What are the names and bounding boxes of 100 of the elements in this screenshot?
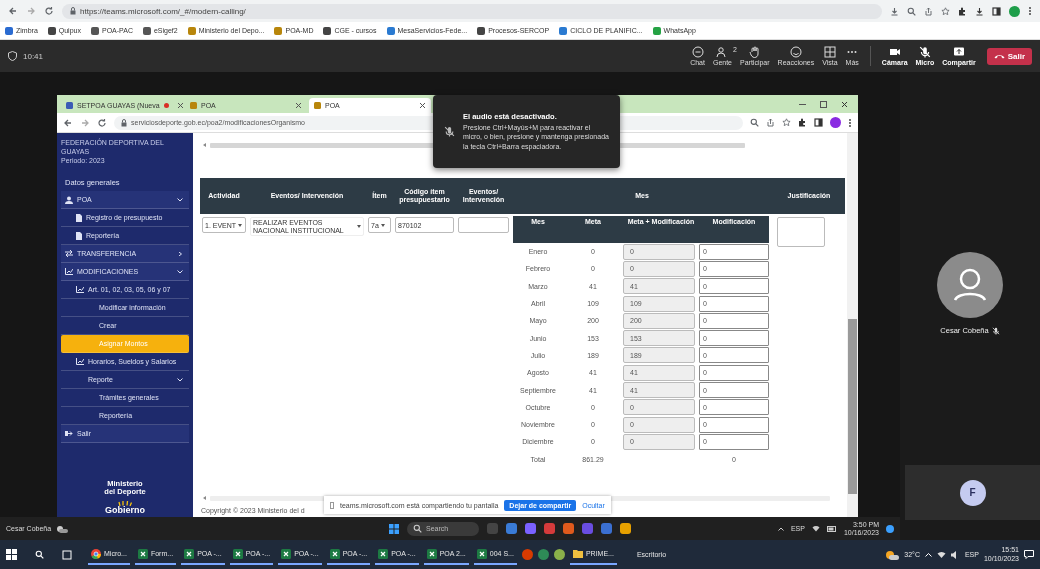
download-icon[interactable] <box>890 6 899 16</box>
wifi-icon <box>936 551 946 558</box>
star-icon[interactable] <box>941 6 950 16</box>
profile-avatar-icon[interactable] <box>1009 5 1020 17</box>
weather-icon <box>885 549 900 560</box>
caret-icon <box>357 225 361 229</box>
scroll-arrow-icon[interactable] <box>203 143 207 147</box>
app-icon[interactable] <box>620 523 631 534</box>
close-icon[interactable] <box>176 102 184 109</box>
initial-avatar: F <box>959 479 986 506</box>
chrome-icon <box>91 548 101 559</box>
side-panel-icon[interactable] <box>814 118 823 127</box>
share-tray-icon <box>952 46 965 58</box>
search-icon[interactable] <box>35 550 44 559</box>
app-icon[interactable] <box>582 523 593 534</box>
start-icon[interactable] <box>6 549 17 560</box>
people-icon <box>716 46 729 58</box>
favicon-icon <box>47 26 56 35</box>
favicon-icon <box>323 26 332 35</box>
favicon-icon <box>190 102 197 109</box>
favicon-icon <box>90 26 99 35</box>
user-icon <box>65 195 73 204</box>
vertical-scrollbar[interactable] <box>847 133 858 517</box>
favicon-icon <box>477 26 486 35</box>
smiley-icon <box>789 46 802 58</box>
shield-icon <box>8 51 17 61</box>
scroll-arrow-icon[interactable] <box>203 496 207 500</box>
favicon-icon <box>5 26 13 35</box>
puzzle-icon[interactable] <box>798 118 807 127</box>
caret-icon <box>238 223 243 227</box>
phone-icon <box>993 53 1005 59</box>
menu-icon[interactable] <box>848 117 852 128</box>
app-icon[interactable] <box>525 523 536 534</box>
back-icon[interactable] <box>63 117 73 128</box>
url-text: https://teams.microsoft.com/_#/modern-calling/ <box>80 6 246 16</box>
weather-icon <box>56 524 69 533</box>
justification-field[interactable] <box>777 217 825 247</box>
share-icon[interactable] <box>766 118 775 127</box>
start-icon[interactable] <box>389 523 399 534</box>
spreadsheet-icon <box>184 548 195 559</box>
mic-off-icon <box>444 126 455 137</box>
favicon-icon <box>187 26 196 35</box>
caret-icon <box>380 223 385 227</box>
chart-icon <box>65 268 73 276</box>
transfer-icon <box>65 250 73 258</box>
app-icon[interactable] <box>563 523 574 534</box>
wifi-icon <box>811 525 820 532</box>
chevron-up-icon[interactable] <box>777 526 784 531</box>
address-bar[interactable]: https://teams.microsoft.com/_#/modern-calling/ <box>62 3 882 19</box>
favicon-icon <box>652 26 661 35</box>
mic-off-icon <box>991 326 1000 335</box>
close-icon[interactable] <box>419 102 426 109</box>
hand-icon <box>748 46 761 58</box>
spreadsheet-icon <box>378 548 389 559</box>
favicon-icon <box>66 102 73 109</box>
favicon-icon <box>559 26 568 35</box>
star-icon[interactable] <box>782 118 791 127</box>
lock-icon <box>70 7 76 15</box>
folder-icon <box>572 549 583 558</box>
app-icon[interactable] <box>553 549 565 560</box>
app-icon[interactable] <box>601 523 612 534</box>
notification-dot-icon[interactable] <box>886 524 894 533</box>
menu-icon[interactable] <box>1028 6 1032 16</box>
reload-icon[interactable] <box>97 117 107 128</box>
participant-avatar <box>937 252 1003 318</box>
camera-icon <box>888 46 901 58</box>
spreadsheet-icon <box>232 548 243 559</box>
spreadsheet-icon <box>281 548 292 559</box>
lock-icon <box>121 118 127 127</box>
app-icon[interactable] <box>544 523 555 534</box>
spreadsheet-icon <box>476 548 487 559</box>
intervention-field[interactable] <box>458 217 509 233</box>
app-icon[interactable] <box>521 549 533 560</box>
battery-icon <box>826 525 837 532</box>
close-icon[interactable] <box>841 100 848 108</box>
app-icon[interactable] <box>537 549 549 560</box>
close-icon[interactable] <box>295 102 302 109</box>
restore-icon[interactable] <box>820 100 827 108</box>
leave-button[interactable]: Salir <box>986 47 1032 65</box>
search-icon[interactable] <box>413 524 422 533</box>
notification-icon[interactable] <box>1024 550 1034 559</box>
sunburst-icon <box>118 501 132 506</box>
side-panel-icon[interactable] <box>992 6 1001 16</box>
task-view-icon[interactable] <box>62 549 72 560</box>
spreadsheet-icon <box>137 548 148 559</box>
grid-icon <box>823 46 836 58</box>
exit-icon <box>65 430 73 438</box>
spreadsheet-icon <box>329 548 340 559</box>
back-icon[interactable] <box>8 6 18 16</box>
reload-icon[interactable] <box>44 6 54 16</box>
chat-icon <box>691 46 704 58</box>
grip-icon <box>330 501 334 509</box>
favicon-icon <box>386 26 395 35</box>
chart-icon <box>76 358 84 366</box>
download-icon[interactable] <box>975 6 984 16</box>
app-icon[interactable] <box>506 523 517 534</box>
profile-avatar-icon[interactable] <box>830 117 841 128</box>
puzzle-icon[interactable] <box>958 6 967 16</box>
share-icon[interactable] <box>924 6 933 16</box>
call-timer: 10:41 <box>23 51 44 61</box>
